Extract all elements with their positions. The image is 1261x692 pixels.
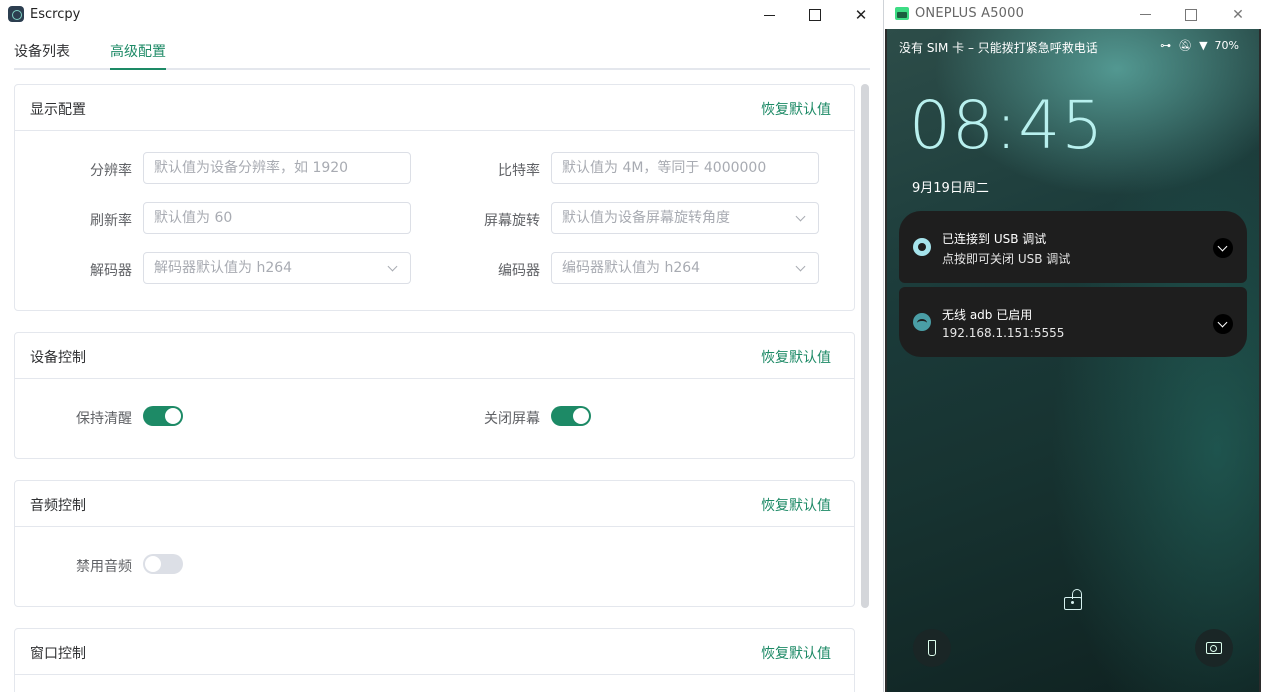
device-control-card: 设备控制 恢复默认值 保持清醒 关闭屏幕	[14, 332, 855, 459]
lockscreen-clock: 08:45	[909, 87, 1105, 164]
battery-level: 70%	[1214, 39, 1239, 52]
turn-screen-off-label: 关闭屏幕	[484, 411, 540, 427]
audio-control-card: 音频控制 恢复默认值 禁用音频	[14, 480, 855, 607]
link-icon: ⊶	[1160, 39, 1172, 52]
phone-screen[interactable]: 没有 SIM 卡 – 只能拨打紧急呼救电话 ⊶ 🔕︎ ▼ 70% 08:45 9…	[887, 29, 1259, 692]
bitrate-label: 比特率	[498, 163, 540, 179]
notification-subtitle: 192.168.1.151:5555	[942, 326, 1065, 340]
rotation-select[interactable]: 默认值为设备屏幕旋转角度	[551, 202, 819, 234]
usb-debug-icon	[913, 238, 931, 256]
app-logo-icon	[8, 6, 24, 22]
scrollbar[interactable]	[861, 84, 869, 608]
flashlight-icon	[928, 640, 936, 656]
camera-icon	[1206, 642, 1222, 654]
close-button[interactable]	[838, 0, 884, 30]
notification-subtitle: 点按即可关闭 USB 调试	[942, 252, 1071, 266]
mute-icon: 🔕︎	[1178, 39, 1193, 52]
disable-audio-switch[interactable]	[143, 554, 183, 574]
encoder-select[interactable]: 编码器默认值为 h264	[551, 252, 819, 284]
window-control-card: 窗口控制 恢复默认值	[14, 628, 855, 692]
tab-advanced-config[interactable]: 高级配置	[110, 41, 166, 61]
phone-window-title: ONEPLUS A5000	[915, 6, 1025, 21]
wireless-adb-notification[interactable]: 无线 adb 已启用 192.168.1.151:5555	[899, 287, 1247, 357]
settings-panel: 显示配置 恢复默认值 分辨率 默认值为设备分辨率，如 1920 比特率 默认值为…	[14, 84, 856, 692]
stay-awake-switch[interactable]	[143, 406, 183, 426]
reset-device-control-button[interactable]: 恢复默认值	[761, 347, 831, 367]
encoder-label: 编码器	[498, 263, 540, 279]
display-config-card: 显示配置 恢复默认值 分辨率 默认值为设备分辨率，如 1920 比特率 默认值为…	[14, 84, 855, 311]
card-title: 设备控制	[30, 350, 86, 366]
reset-audio-control-button[interactable]: 恢复默认值	[761, 495, 831, 515]
phone-minimize-button[interactable]	[1122, 0, 1168, 29]
escrcpy-window: Escrcpy 设备列表 高级配置 显示配置 恢复默认值 分辨率 默认值为设备分…	[0, 0, 884, 692]
usb-debug-notification[interactable]: 已连接到 USB 调试 点按即可关闭 USB 调试	[899, 211, 1247, 283]
wifi-icon: ▼	[1199, 39, 1208, 52]
rotation-label: 屏幕旋转	[484, 213, 540, 229]
phone-mirror-window: ONEPLUS A5000 没有 SIM 卡 – 只能拨打紧急呼救电话 ⊶ 🔕︎…	[885, 0, 1261, 692]
card-header: 音频控制 恢复默认值	[15, 481, 854, 527]
phone-close-button[interactable]	[1215, 0, 1261, 29]
android-logo-icon	[895, 7, 909, 20]
stay-awake-label: 保持清醒	[76, 411, 132, 427]
chevron-down-icon[interactable]	[1213, 238, 1233, 258]
refresh-rate-input[interactable]: 默认值为 60	[143, 202, 411, 234]
card-title: 音频控制	[30, 498, 86, 514]
app-title: Escrcpy	[30, 7, 81, 22]
notification-title: 已连接到 USB 调试	[942, 232, 1047, 246]
maximize-button[interactable]	[792, 0, 838, 30]
decoder-label: 解码器	[90, 263, 132, 279]
card-header: 窗口控制 恢复默认值	[15, 629, 854, 675]
title-bar: Escrcpy	[0, 0, 884, 30]
card-title: 显示配置	[30, 102, 86, 118]
carrier-text: 没有 SIM 卡 – 只能拨打紧急呼救电话	[899, 41, 1098, 55]
card-header: 设备控制 恢复默认值	[15, 333, 854, 379]
bitrate-input[interactable]: 默认值为 4M，等同于 4000000	[551, 152, 819, 184]
camera-button[interactable]	[1195, 629, 1233, 667]
phone-title-bar: ONEPLUS A5000	[885, 0, 1261, 29]
unlock-icon[interactable]	[1064, 589, 1082, 611]
resolution-input[interactable]: 默认值为设备分辨率，如 1920	[143, 152, 411, 184]
reset-window-control-button[interactable]: 恢复默认值	[761, 643, 831, 663]
tab-device-list[interactable]: 设备列表	[14, 41, 70, 61]
status-icons: ⊶ 🔕︎ ▼ 70%	[1160, 39, 1239, 52]
notification-title: 无线 adb 已启用	[942, 308, 1033, 322]
phone-maximize-button[interactable]	[1168, 0, 1214, 29]
minimize-button[interactable]	[746, 0, 792, 30]
tab-bar: 设备列表 高级配置	[14, 30, 870, 70]
card-header: 显示配置 恢复默认值	[15, 85, 854, 131]
lockscreen-date: 9月19日周二	[912, 181, 989, 196]
wireless-adb-icon	[913, 313, 931, 331]
reset-display-button[interactable]: 恢复默认值	[761, 99, 831, 119]
decoder-select[interactable]: 解码器默认值为 h264	[143, 252, 411, 284]
resolution-label: 分辨率	[90, 163, 132, 179]
card-title: 窗口控制	[30, 646, 86, 662]
chevron-down-icon[interactable]	[1213, 314, 1233, 334]
active-tab-indicator	[110, 68, 166, 70]
refresh-rate-label: 刷新率	[90, 213, 132, 229]
turn-screen-off-switch[interactable]	[551, 406, 591, 426]
flashlight-button[interactable]	[913, 629, 951, 667]
disable-audio-label: 禁用音频	[76, 559, 132, 575]
